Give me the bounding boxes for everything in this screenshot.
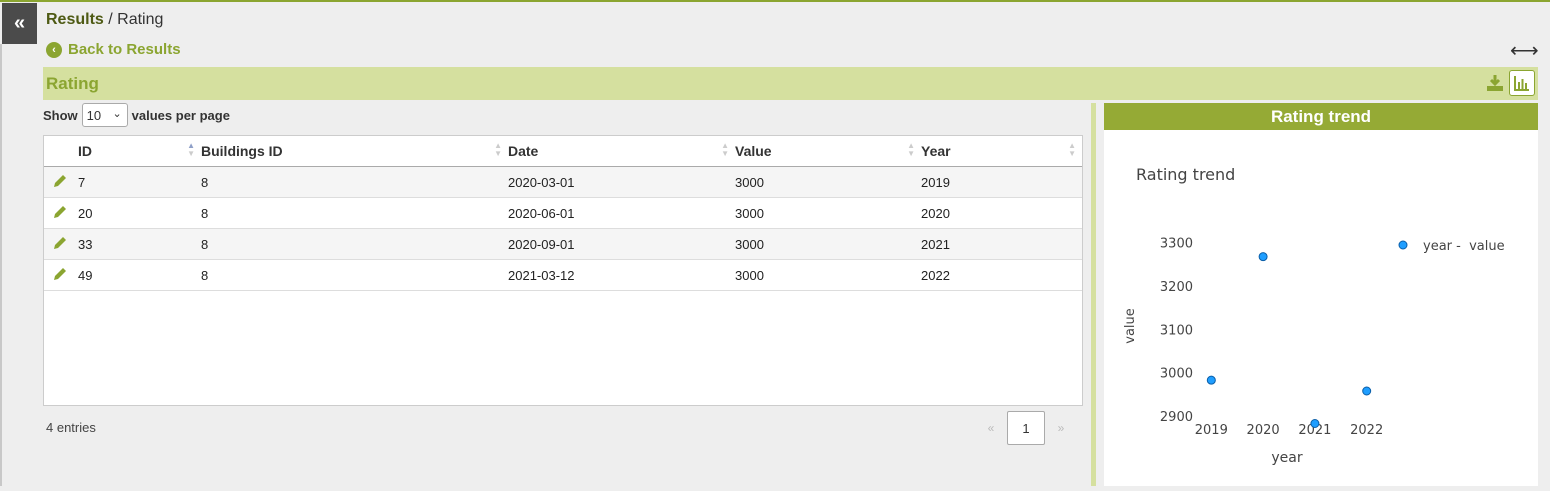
legend-label: year - value	[1423, 239, 1505, 254]
column-header-date[interactable]: Date ▲ ▼	[508, 136, 735, 167]
cell-value: 3000	[735, 228, 921, 260]
sort-icon: ▲ ▼	[187, 141, 195, 158]
data-point[interactable]	[1258, 252, 1268, 262]
column-header-label: Date	[508, 143, 539, 159]
column-edit	[44, 136, 78, 167]
panel-title: Rating	[46, 74, 99, 93]
show-label: Show	[43, 107, 78, 123]
data-point[interactable]	[1206, 375, 1216, 385]
cell-id: 33	[78, 228, 201, 260]
cell-date: 2020-03-01	[508, 166, 735, 198]
cell-buildings-id: 8	[201, 228, 508, 260]
column-header-label: Buildings ID	[201, 143, 283, 159]
sidebar-edge	[0, 44, 2, 486]
chevron-left-icon: ‹	[46, 41, 62, 58]
x-tick-label: 2022	[1350, 423, 1383, 438]
table-row[interactable]: 20 8 2020-06-01 3000 2020	[44, 197, 1082, 229]
cell-date: 2020-06-01	[508, 197, 735, 229]
bar-chart-icon[interactable]	[1509, 70, 1535, 96]
x-tick-label: 2019	[1195, 423, 1228, 438]
cell-value: 3000	[735, 197, 921, 229]
column-header-id[interactable]: ID ▲ ▼	[78, 136, 201, 167]
sort-icon: ▲ ▼	[1068, 141, 1076, 158]
y-axis-label: value	[1123, 308, 1138, 344]
cell-buildings-id: 8	[201, 166, 508, 198]
y-tick-label: 3200	[1160, 280, 1193, 295]
pagination-page-1[interactable]: 1	[1007, 411, 1045, 445]
pagination-next[interactable]: »	[1055, 421, 1067, 435]
page-size-value: 10	[86, 107, 102, 123]
x-axis-label: year	[1271, 450, 1302, 466]
rating-table: ID ▲ ▼ Buildings ID ▲ ▼ Date ▲ ▼ Value ▲ ▼ Y…	[43, 135, 1083, 406]
column-header-year[interactable]: Year ▲ ▼	[921, 136, 1082, 167]
pencil-icon[interactable]	[52, 204, 68, 220]
cell-buildings-id: 8	[201, 259, 508, 291]
show-suffix: values per page	[131, 107, 230, 123]
table-row[interactable]: 7 8 2020-03-01 3000 2019	[44, 166, 1082, 198]
table-row[interactable]: 49 8 2021-03-12 3000 2022	[44, 259, 1082, 291]
y-tick-label: 2900	[1160, 410, 1193, 425]
cell-year: 2019	[921, 166, 1082, 198]
breadcrumb-current: Rating	[117, 11, 164, 28]
y-tick-label: 3100	[1160, 323, 1193, 338]
pencil-icon[interactable]	[52, 266, 68, 282]
rating-trend-chart: Rating trend 2900 3000 3100 3200 3300 2019 20…	[1123, 165, 1505, 466]
breadcrumb-separator: /	[108, 11, 113, 28]
data-point[interactable]	[1362, 386, 1372, 396]
cell-id: 7	[78, 166, 201, 198]
page-size-control: Show 10 ⌄ values per page	[43, 103, 230, 127]
sort-icon: ▲ ▼	[721, 141, 729, 158]
data-point[interactable]	[1310, 419, 1320, 428]
cell-id: 20	[78, 197, 201, 229]
page-size-select[interactable]: 10 ⌄	[81, 103, 128, 127]
y-tick-label: 3000	[1160, 367, 1193, 382]
cell-buildings-id: 8	[201, 197, 508, 229]
expand-horizontal-icon[interactable]: ⟷	[1510, 38, 1539, 63]
column-header-value[interactable]: Value ▲ ▼	[735, 136, 921, 167]
column-header-buildings-id[interactable]: Buildings ID ▲ ▼	[201, 136, 508, 167]
chart-panel-header: Rating trend	[1104, 103, 1538, 130]
cell-year: 2020	[921, 197, 1082, 229]
chart-title: Rating trend	[1136, 165, 1235, 184]
collapse-sidebar-button[interactable]: «	[2, 3, 37, 44]
panel-header: Rating	[43, 67, 1538, 100]
cell-year: 2022	[921, 259, 1082, 291]
pencil-icon[interactable]	[52, 173, 68, 189]
column-header-label: Value	[735, 143, 772, 159]
pagination: « 1 »	[985, 411, 1067, 445]
sort-icon: ▲ ▼	[494, 141, 502, 158]
entries-count: 4 entries	[46, 420, 96, 435]
breadcrumb-root[interactable]: Results	[46, 11, 104, 28]
panel-splitter[interactable]	[1091, 103, 1096, 486]
column-header-label: ID	[78, 143, 92, 159]
download-icon[interactable]	[1484, 72, 1506, 94]
chart-panel: Rating trend Rating trend 2900 3000 3100 32…	[1104, 103, 1538, 486]
table-header-row: ID ▲ ▼ Buildings ID ▲ ▼ Date ▲ ▼ Value ▲ ▼ Y…	[44, 136, 1082, 167]
back-to-results-link[interactable]: ‹ Back to Results	[46, 41, 181, 58]
x-tick-label: 2020	[1247, 423, 1280, 438]
chevron-down-icon: ⌄	[112, 108, 122, 120]
table-row[interactable]: 33 8 2020-09-01 3000 2021	[44, 228, 1082, 260]
cell-date: 2020-09-01	[508, 228, 735, 260]
breadcrumb: Results / Rating	[46, 11, 163, 29]
legend-marker[interactable]	[1398, 240, 1408, 250]
cell-id: 49	[78, 259, 201, 291]
column-header-label: Year	[921, 143, 951, 159]
cell-year: 2021	[921, 228, 1082, 260]
y-tick-label: 3300	[1160, 237, 1193, 252]
top-accent-line	[0, 0, 1550, 2]
cell-value: 3000	[735, 166, 921, 198]
pagination-prev[interactable]: «	[985, 421, 997, 435]
cell-date: 2021-03-12	[508, 259, 735, 291]
pencil-icon[interactable]	[52, 235, 68, 251]
back-link-label: Back to Results	[68, 41, 181, 58]
cell-value: 3000	[735, 259, 921, 291]
sort-icon: ▲ ▼	[907, 141, 915, 158]
